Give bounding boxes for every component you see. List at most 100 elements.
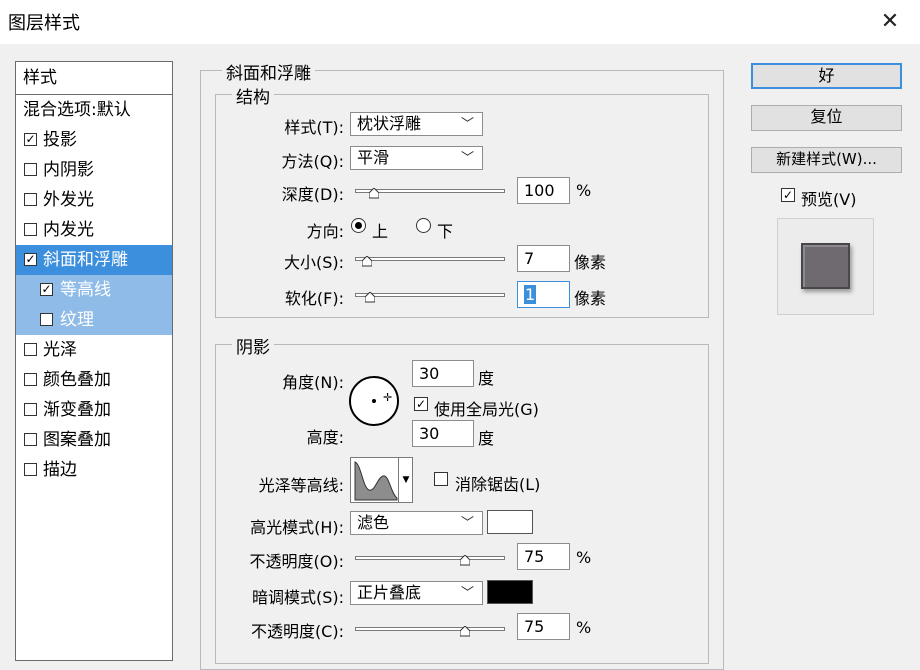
style-list-item[interactable]: 颜色叠加 bbox=[16, 365, 172, 395]
slider-thumb-icon bbox=[460, 555, 470, 566]
highlight-opacity-label: 不透明度(O): bbox=[249, 552, 344, 571]
antialias-label: 消除锯齿(L) bbox=[455, 475, 541, 494]
style-list-item[interactable]: 图案叠加 bbox=[16, 425, 172, 455]
size-label: 大小(S): bbox=[283, 253, 344, 272]
style-checkbox[interactable] bbox=[24, 193, 37, 206]
soften-slider[interactable] bbox=[355, 290, 505, 303]
style-label: 样式(T): bbox=[284, 118, 344, 137]
style-checkbox[interactable] bbox=[24, 343, 37, 356]
altitude-unit: 度 bbox=[478, 429, 495, 448]
style-list-item-label: 投影 bbox=[43, 130, 77, 150]
reset-button[interactable]: 复位 bbox=[751, 105, 902, 131]
style-list-item-label: 纹理 bbox=[60, 310, 94, 330]
depth-slider[interactable] bbox=[355, 186, 505, 199]
slider-thumb-icon bbox=[460, 626, 470, 637]
contour-preview-icon bbox=[354, 461, 398, 501]
highlight-opacity-input[interactable]: 75 bbox=[517, 543, 570, 570]
gloss-contour-picker[interactable]: ▼ bbox=[350, 457, 413, 503]
style-checkbox[interactable] bbox=[24, 403, 37, 416]
style-list-item[interactable]: 渐变叠加 bbox=[16, 395, 172, 425]
new-style-button[interactable]: 新建样式(W)... bbox=[751, 147, 902, 173]
style-list-item-label: 光泽 bbox=[43, 340, 77, 360]
depth-unit: % bbox=[576, 181, 592, 200]
direction-up-radio[interactable] bbox=[351, 218, 366, 233]
style-checkbox[interactable] bbox=[24, 223, 37, 236]
shadow-opacity-input[interactable]: 75 bbox=[517, 613, 570, 640]
soften-label: 软化(F): bbox=[284, 289, 344, 308]
ok-button[interactable]: 好 bbox=[751, 63, 902, 89]
style-checkbox[interactable]: ✓ bbox=[24, 133, 37, 146]
highlight-opacity-slider[interactable] bbox=[355, 553, 505, 566]
depth-label: 深度(D): bbox=[281, 185, 344, 204]
shading-title: 阴影 bbox=[232, 333, 274, 358]
style-list-item[interactable]: ✓ 投影 bbox=[16, 125, 172, 155]
highlight-mode-label: 高光模式(H): bbox=[250, 518, 344, 537]
style-list-item[interactable]: ✓ 斜面和浮雕 bbox=[16, 245, 172, 275]
bevel-emboss-title: 斜面和浮雕 bbox=[222, 59, 315, 84]
style-list-item[interactable]: 外发光 bbox=[16, 185, 172, 215]
style-list-item[interactable]: 纹理 bbox=[16, 305, 172, 335]
size-unit: 像素 bbox=[574, 253, 607, 272]
style-list-item[interactable]: 内阴影 bbox=[16, 155, 172, 185]
style-checkbox[interactable]: ✓ bbox=[40, 283, 53, 296]
technique-select[interactable]: 平滑 ﹀ bbox=[350, 146, 483, 170]
size-slider[interactable] bbox=[355, 254, 505, 267]
direction-down-label: 下 bbox=[437, 222, 454, 241]
chevron-down-icon: ﹀ bbox=[460, 516, 474, 531]
soften-unit: 像素 bbox=[574, 289, 607, 308]
style-checkbox[interactable] bbox=[24, 163, 37, 176]
slider-thumb-icon bbox=[365, 292, 375, 303]
style-list-item[interactable]: 描边 bbox=[16, 455, 172, 485]
dropdown-arrow-icon: ▼ bbox=[398, 458, 413, 502]
chevron-down-icon: ﹀ bbox=[460, 151, 474, 166]
style-list-item-label: 描边 bbox=[43, 460, 77, 480]
depth-input[interactable]: 100 bbox=[517, 177, 570, 204]
style-checkbox[interactable] bbox=[24, 373, 37, 386]
gloss-contour-label: 光泽等高线: bbox=[258, 476, 344, 495]
direction-up-label: 上 bbox=[372, 222, 389, 241]
preview-panel bbox=[777, 218, 874, 315]
shadow-mode-select[interactable]: 正片叠底 ﹀ bbox=[350, 581, 483, 605]
altitude-label: 高度: bbox=[306, 428, 344, 447]
style-list-item-label: 混合选项:默认 bbox=[23, 100, 131, 120]
altitude-input[interactable]: 30 bbox=[412, 420, 474, 447]
style-list-item-label: 内发光 bbox=[43, 220, 94, 240]
antialias-checkbox[interactable] bbox=[434, 472, 448, 486]
global-light-label: 使用全局光(G) bbox=[434, 400, 539, 419]
highlight-mode-select[interactable]: 滤色 ﹀ bbox=[350, 511, 483, 535]
style-list-item-label: 斜面和浮雕 bbox=[43, 250, 128, 270]
angle-dial-icon[interactable]: ✛ bbox=[348, 375, 400, 427]
style-select[interactable]: 枕状浮雕 ﹀ bbox=[350, 112, 483, 136]
style-list-item-label: 等高线 bbox=[60, 280, 111, 300]
style-list-item[interactable]: 光泽 bbox=[16, 335, 172, 365]
direction-down-radio[interactable] bbox=[416, 218, 431, 233]
style-list-header: 样式 bbox=[23, 68, 57, 88]
style-checkbox[interactable]: ✓ bbox=[24, 253, 37, 266]
highlight-color-swatch[interactable] bbox=[487, 510, 533, 534]
chevron-down-icon: ﹀ bbox=[460, 586, 474, 601]
highlight-opacity-unit: % bbox=[576, 548, 592, 567]
window-title: 图层样式 bbox=[8, 13, 80, 34]
shadow-opacity-slider[interactable] bbox=[355, 624, 505, 637]
slider-thumb-icon bbox=[369, 188, 379, 199]
angle-unit: 度 bbox=[478, 369, 495, 388]
style-list: 样式 混合选项:默认 ✓ 投影内阴影外发光内发光 ✓ 斜面和浮雕 ✓ 等高线纹理光泽颜色叠加… bbox=[15, 61, 173, 661]
style-list-item[interactable]: ✓ 等高线 bbox=[16, 275, 172, 305]
shadow-color-swatch[interactable] bbox=[487, 580, 533, 604]
style-checkbox[interactable] bbox=[24, 433, 37, 446]
shadow-opacity-label: 不透明度(C): bbox=[250, 622, 344, 641]
style-checkbox[interactable] bbox=[40, 313, 53, 326]
preview-checkbox[interactable]: ✓ bbox=[781, 188, 795, 202]
title-bar bbox=[0, 0, 920, 44]
style-checkbox[interactable] bbox=[24, 463, 37, 476]
style-list-item[interactable]: 混合选项:默认 bbox=[16, 95, 172, 125]
angle-input[interactable]: 30 bbox=[412, 360, 474, 387]
soften-input[interactable]: 1 bbox=[517, 281, 570, 308]
style-list-item-label: 内阴影 bbox=[43, 160, 94, 180]
global-light-checkbox[interactable]: ✓ bbox=[414, 397, 428, 411]
angle-label: 角度(N): bbox=[282, 373, 344, 392]
size-input[interactable]: 7 bbox=[517, 245, 570, 272]
close-icon[interactable]: ✕ bbox=[870, 6, 910, 38]
style-list-item[interactable]: 内发光 bbox=[16, 215, 172, 245]
shadow-opacity-unit: % bbox=[576, 618, 592, 637]
